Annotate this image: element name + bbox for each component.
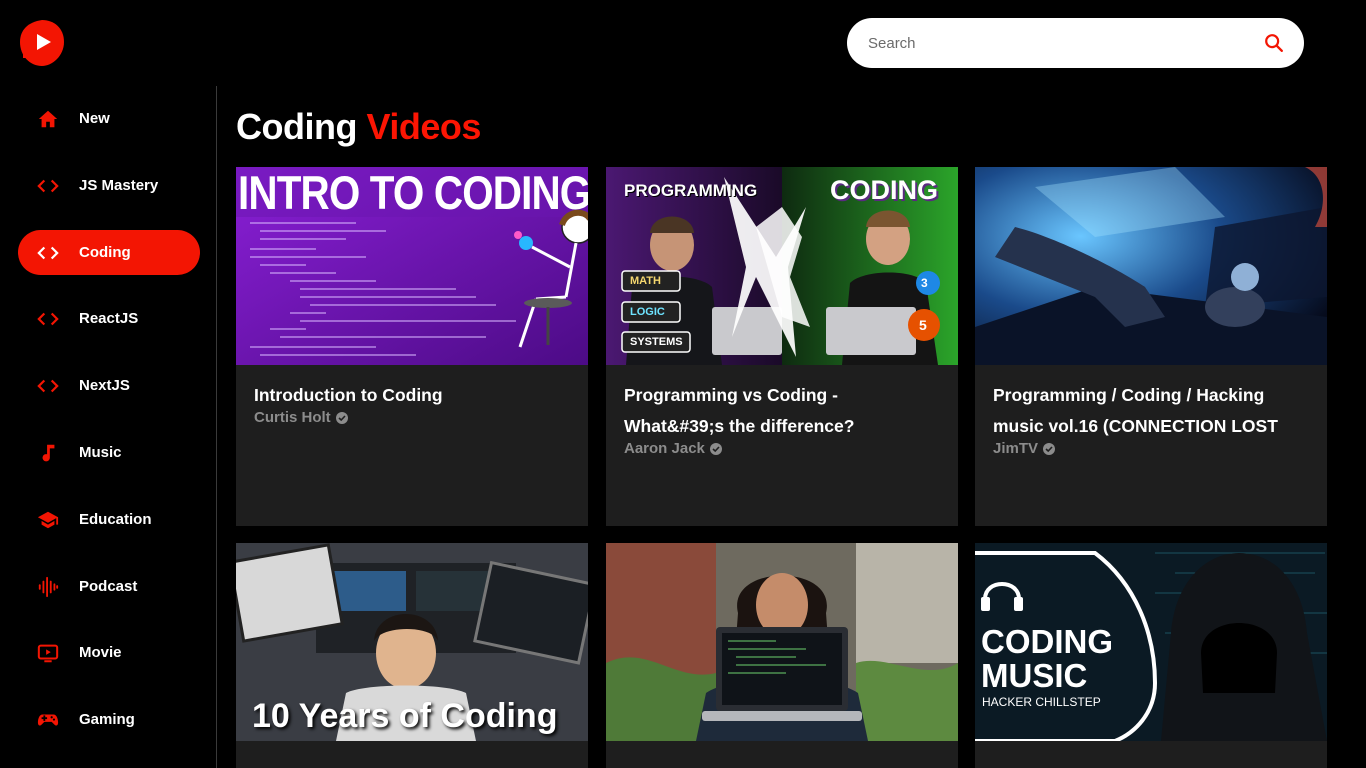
thumbnail-text-left: PROGRAMMING bbox=[624, 181, 758, 200]
sidebar-item-podcast[interactable]: Podcast bbox=[18, 564, 200, 609]
video-card[interactable]: 10 Years of Coding bbox=[236, 543, 588, 768]
music-note-icon bbox=[36, 441, 60, 465]
channel-name: Aaron Jack bbox=[624, 440, 705, 457]
channel-name: JimTV bbox=[993, 440, 1039, 457]
youtube-logo-icon[interactable] bbox=[18, 18, 66, 66]
video-thumbnail[interactable]: INTRO TO CODING bbox=[236, 167, 588, 365]
sidebar-item-label: Gaming bbox=[79, 711, 135, 728]
video-card-body: Introduction to Coding Curtis Holt bbox=[236, 365, 588, 426]
thumbnail-tag: LOGIC bbox=[630, 306, 665, 318]
channel-name: Curtis Holt bbox=[254, 409, 331, 426]
code-icon bbox=[36, 241, 60, 265]
video-card[interactable]: Programming / Coding / Hacking music vol… bbox=[975, 167, 1327, 526]
video-card-body bbox=[606, 741, 958, 756]
video-card-body: Programming / Coding / Hacking music vol… bbox=[975, 365, 1327, 457]
video-thumbnail[interactable]: 10 Years of Coding bbox=[236, 543, 588, 741]
video-card[interactable] bbox=[606, 543, 958, 768]
home-icon bbox=[36, 107, 60, 131]
video-thumbnail[interactable]: CODING MUSIC HACKER CHILLSTEP bbox=[975, 543, 1327, 741]
code-icon bbox=[36, 174, 60, 198]
thumbnail-subtext: HACKER CHILLSTEP bbox=[982, 695, 1101, 709]
sidebar-item-reactjs[interactable]: ReactJS bbox=[18, 296, 200, 341]
sidebar-item-label: Education bbox=[79, 511, 152, 528]
verified-check-icon bbox=[335, 411, 348, 424]
sidebar-item-label: Coding bbox=[79, 244, 131, 261]
sidebar-item-movie[interactable]: Movie bbox=[18, 630, 200, 675]
sidebar-item-music[interactable]: Music bbox=[18, 430, 200, 475]
sidebar-item-label: New bbox=[79, 110, 110, 127]
thumbnail-text: CODING MUSIC bbox=[981, 623, 1113, 694]
video-card[interactable]: INTRO TO CODING Introduction to Coding C… bbox=[236, 167, 588, 526]
thumbnail-tag: SYSTEMS bbox=[630, 336, 683, 348]
video-channel[interactable]: Aaron Jack bbox=[624, 440, 940, 457]
page-title-primary: Coding bbox=[236, 106, 357, 147]
video-thumbnail[interactable] bbox=[975, 167, 1327, 365]
search-icon[interactable] bbox=[1262, 31, 1286, 55]
thumbnail-tag: MATH bbox=[630, 275, 661, 287]
code-icon bbox=[36, 374, 60, 398]
thumbnail-text: INTRO TO CODING bbox=[238, 167, 588, 219]
tv-icon bbox=[36, 641, 60, 665]
video-card-body: Programming vs Coding - What&#39;s the d… bbox=[606, 365, 958, 457]
video-card[interactable]: PROGRAMMING CODING VS MATH LOGIC SYSTEMS… bbox=[606, 167, 958, 526]
video-channel[interactable]: Curtis Holt bbox=[254, 409, 570, 426]
video-card[interactable]: CODING MUSIC HACKER CHILLSTEP bbox=[975, 543, 1327, 768]
sidebar-item-label: NextJS bbox=[79, 377, 130, 394]
thumbnail-text: 10 Years of Coding bbox=[252, 697, 558, 735]
sound-wave-icon bbox=[36, 575, 60, 599]
html5-logo-icon: 5 bbox=[919, 317, 927, 333]
school-icon bbox=[36, 508, 60, 532]
sidebar-item-nextjs[interactable]: NextJS bbox=[18, 363, 200, 408]
css3-logo-icon: 3 bbox=[921, 276, 928, 290]
search-input[interactable] bbox=[868, 34, 1262, 52]
page-title-accent: Videos bbox=[366, 106, 481, 147]
video-card-body bbox=[236, 741, 588, 756]
verified-check-icon bbox=[1043, 442, 1056, 455]
gamepad-icon bbox=[36, 708, 60, 732]
sidebar-item-label: Movie bbox=[79, 644, 122, 661]
code-icon bbox=[36, 307, 60, 331]
video-title[interactable]: Programming vs Coding - What&#39;s the d… bbox=[624, 380, 940, 442]
video-thumbnail[interactable]: PROGRAMMING CODING VS MATH LOGIC SYSTEMS… bbox=[606, 167, 958, 365]
sidebar-item-label: Music bbox=[79, 444, 122, 461]
sidebar: New JS Mastery Coding ReactJS NextJS Mus… bbox=[0, 86, 217, 768]
page-title: Coding Videos bbox=[236, 106, 481, 148]
search-bar bbox=[847, 18, 1304, 68]
video-channel[interactable]: JimTV bbox=[993, 440, 1309, 457]
sidebar-item-education[interactable]: Education bbox=[18, 497, 200, 542]
sidebar-item-new[interactable]: New bbox=[18, 96, 200, 141]
video-title[interactable]: Programming / Coding / Hacking music vol… bbox=[993, 380, 1309, 442]
sidebar-item-label: ReactJS bbox=[79, 310, 139, 327]
sidebar-item-gaming[interactable]: Gaming bbox=[18, 697, 200, 742]
sidebar-item-label: Podcast bbox=[79, 578, 138, 595]
thumbnail-text-right: CODING bbox=[830, 175, 938, 205]
sidebar-item-coding[interactable]: Coding bbox=[18, 230, 200, 275]
video-title[interactable]: Introduction to Coding bbox=[254, 380, 570, 411]
sidebar-item-label: JS Mastery bbox=[79, 177, 159, 194]
verified-check-icon bbox=[709, 442, 722, 455]
sidebar-item-js-mastery[interactable]: JS Mastery bbox=[18, 163, 200, 208]
video-thumbnail[interactable] bbox=[606, 543, 958, 741]
video-card-body bbox=[975, 741, 1327, 756]
